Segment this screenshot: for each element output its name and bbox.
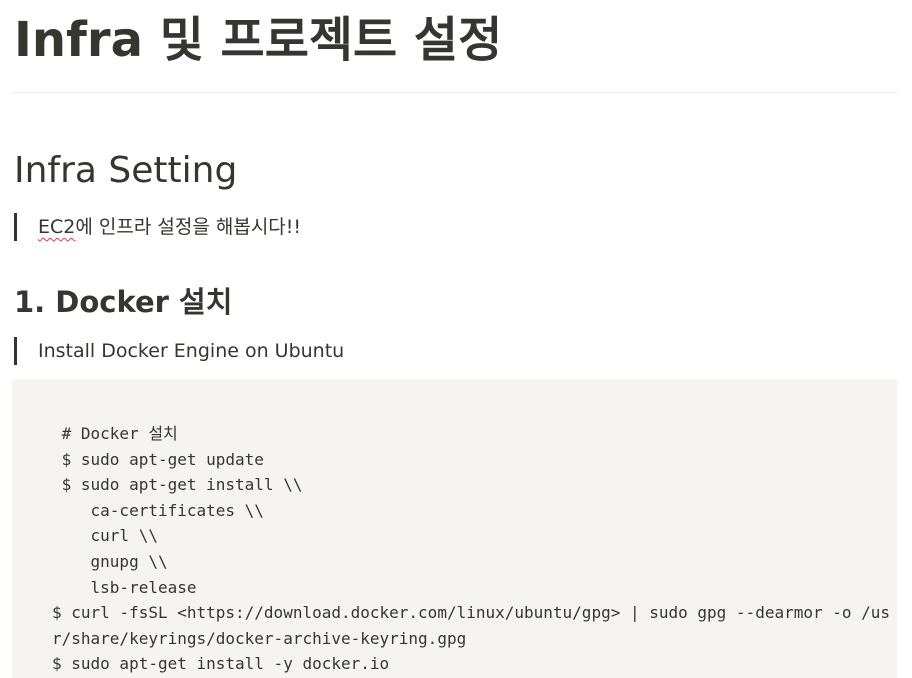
code-line: $ sudo apt-get update: [52, 449, 264, 469]
spellcheck-ec2: EC2: [38, 216, 76, 238]
code-line: ca-certificates \\: [52, 500, 264, 520]
title-divider: [12, 92, 897, 93]
infra-quote-text: EC2에 인프라 설정을 해봅시다!!: [38, 213, 301, 241]
code-line: $ sudo apt-get install \\: [52, 475, 303, 495]
infra-setting-heading: Infra Setting: [14, 150, 238, 191]
code-lines[interactable]: # Docker 설치 $ sudo apt-get update $ sudo…: [52, 421, 890, 677]
code-line: gnupg \\: [52, 551, 168, 571]
code-line: $ curl -fsSL <https://download.docker.co…: [52, 603, 891, 623]
code-line: curl \\: [52, 526, 158, 546]
infra-quote-rest: 에 인프라 설정을 해봅시다!!: [75, 216, 302, 238]
quote-bar: [14, 337, 17, 365]
page-title: Infra 및 프로젝트 설정: [14, 12, 503, 68]
code-line: $ sudo apt-get install -y docker.io: [52, 654, 390, 674]
code-line: r/share/keyrings/docker-archive-keyring.…: [52, 628, 467, 648]
code-line: lsb-release: [52, 577, 197, 597]
quote-bar: [14, 213, 17, 241]
notion-page: Infra 및 프로젝트 설정 Infra Setting EC2에 인프라 설…: [0, 0, 912, 678]
docker-quote-text: Install Docker Engine on Ubuntu: [38, 340, 345, 362]
code-line: # Docker 설치: [52, 424, 178, 443]
docker-code-block[interactable]: # Docker 설치 $ sudo apt-get update $ sudo…: [12, 379, 897, 678]
docker-install-heading: 1. Docker 설치: [14, 285, 233, 319]
